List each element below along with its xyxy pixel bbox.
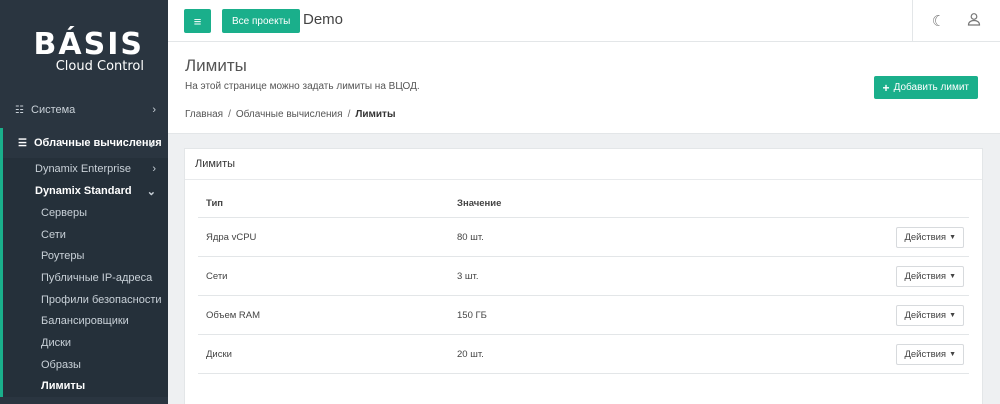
- limit-type: Ядра vCPU: [206, 231, 257, 243]
- sidebar-item-label: Облачные вычисления: [34, 137, 162, 149]
- breadcrumb: Главная / Облачные вычисления / Лимиты: [185, 109, 396, 120]
- server-icon: ☰: [18, 137, 27, 149]
- sidebar-item-label: Публичные IP-адреса: [41, 271, 153, 284]
- sidebar-item-label: Лимиты: [41, 380, 86, 393]
- table-row: Ядра vCPU 80 шт. Действия ▼: [198, 218, 969, 257]
- sidebar-item-load-balancers[interactable]: Балансировщики: [3, 310, 168, 332]
- limit-type: Объем RAM: [206, 309, 261, 321]
- add-limit-button[interactable]: + Добавить лимит: [873, 76, 978, 99]
- sidebar-item-label: Dynamix Standard: [35, 185, 132, 197]
- sidebar-item-label: Образы: [41, 358, 81, 371]
- chevron-right-icon: ›: [152, 163, 156, 175]
- sidebar-item-dynamix-standard[interactable]: Dynamix Standard ⌄: [3, 180, 168, 202]
- actions-dropdown-button[interactable]: Действия ▼: [896, 266, 964, 287]
- table-row: Сети 3 шт. Действия ▼: [198, 257, 969, 296]
- sidebar-item-label: Роутеры: [41, 250, 85, 263]
- menu-toggle-button[interactable]: ≡: [184, 9, 211, 33]
- user-icon[interactable]: [967, 12, 981, 30]
- sidebar-item-servers[interactable]: Серверы: [3, 202, 168, 224]
- page-description: На этой странице можно задать лимиты на …: [185, 81, 420, 92]
- limit-type: Диски: [206, 348, 232, 360]
- table-header: Тип Значение: [198, 189, 969, 218]
- sidebar: BÁSIS Cloud Control ☷ Система › ☰ Облачн…: [0, 0, 168, 404]
- chevron-down-icon: ⌄: [146, 137, 156, 150]
- chevron-down-icon: ⌄: [146, 185, 156, 198]
- sidebar-item-label: Диски: [41, 336, 72, 349]
- breadcrumb-home[interactable]: Главная: [185, 109, 223, 120]
- page-title: Лимиты: [185, 56, 247, 75]
- sidebar-item-label: Сети: [41, 228, 66, 241]
- limit-value: 80 шт.: [457, 231, 484, 243]
- breadcrumb-cloud-computing[interactable]: Облачные вычисления: [236, 109, 343, 120]
- caret-down-icon: ▼: [949, 234, 956, 241]
- caret-down-icon: ▼: [949, 312, 956, 319]
- plus-icon: +: [882, 80, 890, 95]
- panel-title: Лимиты: [185, 149, 982, 180]
- breadcrumb-separator: /: [347, 109, 351, 120]
- actions-label: Действия: [904, 310, 947, 321]
- sidebar-item-networks[interactable]: Сети: [3, 224, 168, 246]
- top-right-tools: ☾: [912, 0, 1000, 41]
- chevron-right-icon: ›: [152, 104, 156, 116]
- breadcrumb-current: Лимиты: [355, 109, 396, 120]
- sidebar-item-label: Балансировщики: [41, 315, 129, 328]
- limit-type: Сети: [206, 270, 228, 282]
- sidebar-item-label: Система: [31, 104, 76, 116]
- sidebar-item-images[interactable]: Образы: [3, 354, 168, 376]
- hamburger-icon: ≡: [193, 13, 202, 29]
- limit-value: 3 шт.: [457, 270, 479, 282]
- project-name: Demo: [303, 11, 344, 28]
- column-header-type[interactable]: Тип: [206, 198, 223, 209]
- add-limit-label: Добавить лимит: [893, 82, 969, 93]
- column-header-value[interactable]: Значение: [457, 198, 501, 209]
- sidebar-item-limits[interactable]: Лимиты: [3, 376, 168, 398]
- actions-label: Действия: [904, 232, 947, 243]
- actions-label: Действия: [904, 349, 947, 360]
- top-bar: ≡ Все проекты Demo ☾: [168, 0, 1000, 42]
- sidebar-submenu: Dynamix Enterprise › Dynamix Standard ⌄ …: [0, 158, 168, 398]
- logo-main-text: BÁSIS: [33, 27, 144, 62]
- sidebar-item-routers[interactable]: Роутеры: [3, 245, 168, 267]
- limit-value: 20 шт.: [457, 348, 484, 360]
- table-row: Объем RAM 150 ГБ Действия ▼: [198, 296, 969, 335]
- sidebar-item-label: Профили безопасности: [41, 293, 162, 306]
- all-projects-button[interactable]: Все проекты: [222, 9, 301, 33]
- sidebar-item-security-profiles[interactable]: Профили безопасности: [3, 289, 168, 311]
- caret-down-icon: ▼: [949, 273, 956, 280]
- page-header: Лимиты На этой странице можно задать лим…: [168, 42, 1000, 134]
- caret-down-icon: ▼: [949, 351, 956, 358]
- sidebar-item-label: Серверы: [41, 206, 88, 219]
- breadcrumb-separator: /: [228, 109, 231, 120]
- sitemap-icon: ☷: [15, 104, 24, 116]
- sidebar-item-dynamix-enterprise[interactable]: Dynamix Enterprise ›: [3, 158, 168, 180]
- table-row: Диски 20 шт. Действия ▼: [198, 335, 969, 374]
- sidebar-item-disks[interactable]: Диски: [3, 332, 168, 354]
- sidebar-item-cloud-computing[interactable]: ☰ Облачные вычисления ⌄: [0, 128, 168, 158]
- brand-logo[interactable]: BÁSIS Cloud Control: [0, 0, 168, 96]
- sidebar-item-system[interactable]: ☷ Система ›: [0, 96, 168, 124]
- logo-sub-text: Cloud Control: [55, 59, 144, 74]
- sidebar-item-public-ips[interactable]: Публичные IP-адреса: [3, 267, 168, 289]
- actions-dropdown-button[interactable]: Действия ▼: [896, 227, 964, 248]
- actions-label: Действия: [904, 271, 947, 282]
- moon-icon[interactable]: ☾: [932, 12, 945, 30]
- actions-dropdown-button[interactable]: Действия ▼: [896, 305, 964, 326]
- limits-table: Тип Значение Ядра vCPU 80 шт. Действия ▼ …: [198, 189, 969, 374]
- limit-value: 150 ГБ: [457, 309, 487, 321]
- actions-dropdown-button[interactable]: Действия ▼: [896, 344, 964, 365]
- sidebar-item-label: Dynamix Enterprise: [35, 163, 131, 175]
- limits-panel: Лимиты Тип Значение Ядра vCPU 80 шт. Дей…: [184, 148, 983, 404]
